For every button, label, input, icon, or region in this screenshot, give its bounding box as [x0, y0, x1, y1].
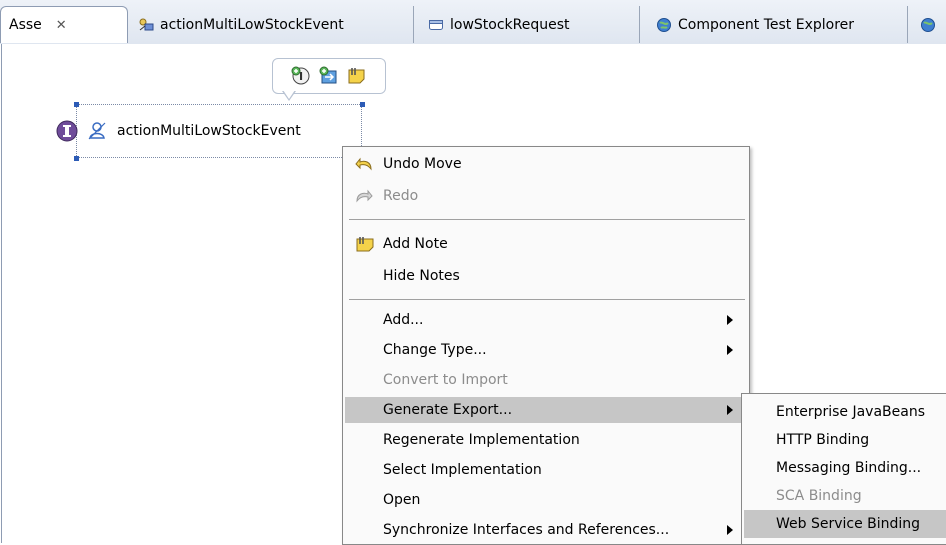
submenu-arrow-icon	[727, 315, 733, 325]
menu-item-add-note[interactable]: Add Note	[345, 231, 745, 257]
palette-pointer-fill	[283, 90, 295, 99]
submenu-item-enterprise-javabeans[interactable]: Enterprise JavaBeans	[744, 398, 946, 426]
editor-tab-bar: Asse ✕ actionMultiLowStockEvent lowStock…	[0, 0, 946, 45]
redo-icon	[356, 189, 373, 203]
close-icon[interactable]: ✕	[56, 18, 67, 33]
hover-palette: I	[272, 58, 386, 94]
selection-handle[interactable]	[74, 156, 79, 161]
submenu-arrow-icon	[727, 345, 733, 355]
menu-item-regenerate-implementation[interactable]: Regenerate Implementation	[345, 427, 745, 453]
submenu-arrow-icon	[727, 525, 733, 535]
add-reference-icon[interactable]	[319, 66, 339, 86]
note-icon	[356, 237, 374, 252]
add-note-icon[interactable]	[347, 66, 367, 86]
menu-item-open[interactable]: Open	[345, 487, 745, 513]
generate-export-submenu: Enterprise JavaBeans HTTP Binding Messag…	[741, 393, 946, 545]
component-node-content[interactable]: actionMultiLowStockEvent	[55, 118, 301, 144]
tab-low-stock-request[interactable]: lowStockRequest	[414, 6, 640, 43]
add-interface-icon[interactable]: I	[291, 66, 311, 86]
process-icon	[139, 18, 154, 30]
globe-icon	[921, 17, 935, 32]
tab-label: Asse	[9, 17, 42, 33]
menu-item-select-implementation[interactable]: Select Implementation	[345, 457, 745, 483]
submenu-item-web-service-binding[interactable]: Web Service Binding	[744, 510, 946, 538]
editor-border	[1, 44, 2, 543]
tab-overflow[interactable]	[908, 6, 946, 43]
menu-separator	[349, 299, 745, 300]
component-label: actionMultiLowStockEvent	[117, 123, 301, 139]
window-icon	[429, 19, 443, 30]
menu-item-add[interactable]: Add...	[345, 307, 745, 333]
selection-handle[interactable]	[74, 102, 79, 107]
tab-label: lowStockRequest	[450, 16, 570, 33]
selection-handle[interactable]	[360, 102, 365, 107]
globe-icon	[657, 17, 671, 32]
submenu-item-http-binding[interactable]: HTTP Binding	[744, 426, 946, 454]
tab-label: Component Test Explorer	[678, 16, 855, 33]
menu-item-hide-notes[interactable]: Hide Notes	[345, 263, 745, 289]
menu-item-redo[interactable]: Redo	[345, 183, 745, 209]
undo-icon	[355, 157, 372, 171]
tab-component-test-explorer[interactable]: Component Test Explorer	[640, 6, 908, 43]
menu-item-change-type[interactable]: Change Type...	[345, 337, 745, 363]
tab-label: actionMultiLowStockEvent	[160, 16, 344, 33]
submenu-item-sca-binding[interactable]: SCA Binding	[744, 482, 946, 510]
menu-item-generate-export[interactable]: Generate Export...	[345, 397, 745, 423]
menu-item-synchronize-interfaces[interactable]: Synchronize Interfaces and References...	[345, 517, 745, 543]
tab-assembly[interactable]: Asse ✕	[0, 6, 128, 43]
context-menu: Undo Move Redo Add Note Hide Notes Add..…	[342, 146, 750, 545]
menu-item-undo-move[interactable]: Undo Move	[345, 151, 745, 177]
menu-item-convert-to-import[interactable]: Convert to Import	[345, 367, 745, 393]
tab-action-multi-low-stock-event[interactable]: actionMultiLowStockEvent	[128, 6, 414, 43]
component-icon	[88, 122, 106, 140]
interface-icon	[56, 120, 78, 142]
menu-separator	[349, 219, 745, 220]
submenu-arrow-icon	[727, 405, 733, 415]
submenu-item-messaging-binding[interactable]: Messaging Binding...	[744, 454, 946, 482]
